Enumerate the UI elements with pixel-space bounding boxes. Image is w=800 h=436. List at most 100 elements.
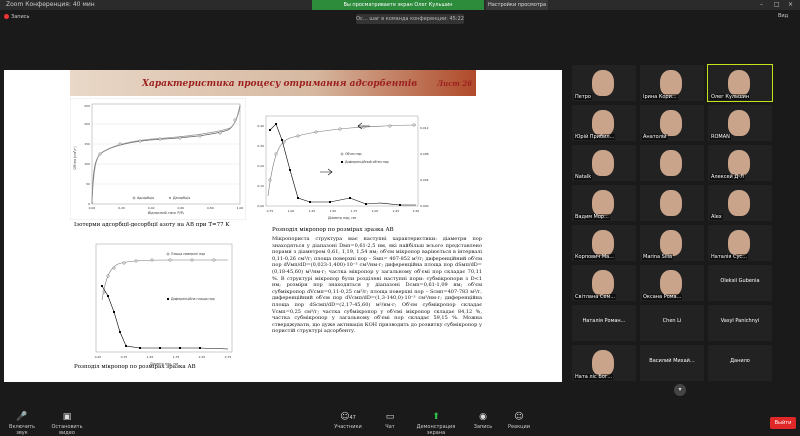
participant-tile-name-only[interactable]: Василий Михай...: [640, 345, 704, 381]
svg-text:1,75: 1,75: [351, 209, 358, 213]
close-window-button[interactable]: ×: [788, 0, 793, 10]
svg-text:0,75: 0,75: [267, 209, 274, 213]
participant-tile[interactable]: [640, 145, 704, 181]
minimize-button[interactable]: –: [760, 0, 763, 10]
participant-tile[interactable]: Оксана Рома...: [640, 265, 704, 301]
participant-tile-name-only[interactable]: Наталія Роман...: [572, 305, 636, 341]
record-dot-icon: [4, 14, 9, 19]
x-axis-label: Діаметр пор, нм: [328, 216, 357, 220]
legend-pore-volume: Об'єм пор: [345, 152, 362, 156]
reactions-button[interactable]: ☺ Реакции: [504, 412, 534, 430]
y-tick: 200: [84, 122, 90, 126]
participant-tile[interactable]: Юрій Прибил...: [572, 105, 636, 141]
stop-video-button[interactable]: ▣ Остановить видео: [44, 412, 90, 436]
svg-text:2,75: 2,75: [225, 355, 232, 359]
x-tick: 0,00: [89, 206, 96, 210]
slide-sheet-number: Лист 26: [436, 79, 472, 88]
fig3-caption: Розподіл мікропор по розмірах зразка АВ: [74, 364, 196, 370]
participant-tile[interactable]: Alex: [708, 185, 772, 221]
isotherm-chart: Відносний тиск P/P₀ 0,00 0,20 0,40 0,60 …: [70, 98, 246, 220]
shared-screen: Характеристика процесу отримання адсорбе…: [4, 70, 562, 382]
x-tick: 0,20: [118, 206, 125, 210]
svg-text:0,30: 0,30: [257, 144, 264, 148]
svg-text:0,20: 0,20: [257, 164, 264, 168]
slide-paragraph: Мікропориста структура має наступні хара…: [272, 236, 482, 335]
record-button[interactable]: ◉ Запись: [468, 412, 498, 430]
chat-button[interactable]: ▭ Чат: [376, 412, 404, 430]
fig2-caption: Розподіл мікропор по розмірах зразка АВ: [272, 227, 394, 233]
maximize-button[interactable]: □: [774, 0, 780, 10]
participant-tile[interactable]: Корпович Ма...: [572, 225, 636, 261]
participant-tile[interactable]: [640, 185, 704, 221]
microphone-muted-icon: 🎤: [16, 412, 28, 422]
pore-volume-chart: Об'єм пор Диференційний об'єм пор 0,75 1…: [250, 110, 446, 222]
participant-tile[interactable]: Алексей Д-Л: [708, 145, 772, 181]
record-icon: ◉: [479, 412, 487, 422]
recording-label: Запись: [11, 14, 30, 20]
svg-text:0,004: 0,004: [420, 178, 429, 182]
svg-text:0,012: 0,012: [420, 126, 429, 130]
legend-surface-area: Площа поверхні пор: [171, 252, 205, 256]
svg-text:0,008: 0,008: [420, 152, 429, 156]
participant-tile[interactable]: Світлана Сем...: [572, 265, 636, 301]
participant-tile[interactable]: Ірина Кори...: [640, 65, 704, 101]
participant-tile-name-only[interactable]: Vasyl Panichnyi: [708, 305, 772, 341]
share-screen-button[interactable]: ⬆ Демонстрация экрана: [408, 412, 464, 436]
view-options-button[interactable]: Настройки просмотра: [486, 0, 548, 10]
participant-tile[interactable]: Анатолій: [640, 105, 704, 141]
participant-tile[interactable]: Marina Silia: [640, 225, 704, 261]
participants-button[interactable]: ☺47 Участники: [330, 412, 366, 430]
y-tick: 100: [84, 162, 90, 166]
svg-text:0,000: 0,000: [420, 204, 429, 208]
svg-text:2,50: 2,50: [413, 209, 420, 213]
svg-text:2,25: 2,25: [199, 355, 206, 359]
participant-tile[interactable]: Ната ліс Бог...: [572, 345, 636, 381]
x-tick: 1,00: [237, 206, 244, 210]
x-tick: 0,60: [177, 206, 184, 210]
legend-diff-area: Диференційна площа пор: [171, 297, 215, 301]
svg-text:1,50: 1,50: [330, 209, 337, 213]
participant-tile[interactable]: Наталія Сус...: [708, 225, 772, 261]
svg-text:1,25: 1,25: [309, 209, 316, 213]
view-button[interactable]: Вид: [778, 13, 788, 19]
svg-text:1,25: 1,25: [147, 355, 154, 359]
slide-title: Характеристика процесу отримання адсорбе…: [142, 79, 418, 89]
speaking-banner: Вы просматриваете экран Олег Кульшин: [312, 0, 484, 10]
pore-area-chart: Площа поверхні пор Диференційна площа по…: [70, 236, 256, 368]
smile-icon: ☺: [514, 412, 524, 422]
gallery-scroll-down-button[interactable]: ▾: [674, 384, 686, 396]
y-tick: 0: [88, 202, 90, 206]
meeting-info-bar: Ос… шаг в команда конференции: 45:22: [356, 14, 464, 24]
svg-text:0,25: 0,25: [95, 355, 102, 359]
svg-text:1,00: 1,00: [288, 209, 295, 213]
fig1-caption: Ізотерми адсорбції-десорбції азоту на АВ…: [74, 222, 230, 228]
y-tick: 50: [86, 182, 90, 186]
participant-tile-name-only[interactable]: Данило: [708, 345, 772, 381]
svg-text:0,40: 0,40: [257, 124, 264, 128]
svg-text:1,75: 1,75: [173, 355, 180, 359]
x-tick: 0,40: [148, 206, 155, 210]
svg-text:2,25: 2,25: [393, 209, 400, 213]
svg-text:0,10: 0,10: [257, 184, 264, 188]
slide-header: Характеристика процесу отримання адсорбе…: [70, 70, 476, 96]
legend-diff-volume: Диференційний об'єм пор: [345, 160, 389, 164]
window-title: Zoom Конференция: 40 мин: [6, 1, 95, 8]
y-tick: 250: [84, 104, 90, 108]
svg-text:0,75: 0,75: [121, 355, 128, 359]
video-camera-icon: ▣: [62, 412, 72, 422]
unmute-button[interactable]: 🎤 Включить звук: [4, 412, 40, 436]
legend-desorption: Десорбція: [173, 196, 190, 200]
chat-icon: ▭: [385, 412, 395, 422]
y-tick: 150: [84, 142, 90, 146]
y-axis-label: Об'єм (см³/г): [73, 146, 77, 170]
participant-tile[interactable]: Вадим Мор...: [572, 185, 636, 221]
legend-adsorption: Адсорбція: [137, 196, 154, 200]
leave-meeting-button[interactable]: Выйти: [770, 417, 796, 429]
participant-tile[interactable]: Natalk: [572, 145, 636, 181]
svg-text:2,00: 2,00: [372, 209, 379, 213]
participant-tile-name-only[interactable]: Chen Li: [640, 305, 704, 341]
participant-tile-active-speaker[interactable]: Олег Кульшин: [707, 64, 773, 102]
participant-tile-name-only[interactable]: Oleksii Gubenia: [708, 265, 772, 301]
participant-tile[interactable]: ROMAN: [708, 105, 772, 141]
participant-tile[interactable]: Петро: [572, 65, 636, 101]
